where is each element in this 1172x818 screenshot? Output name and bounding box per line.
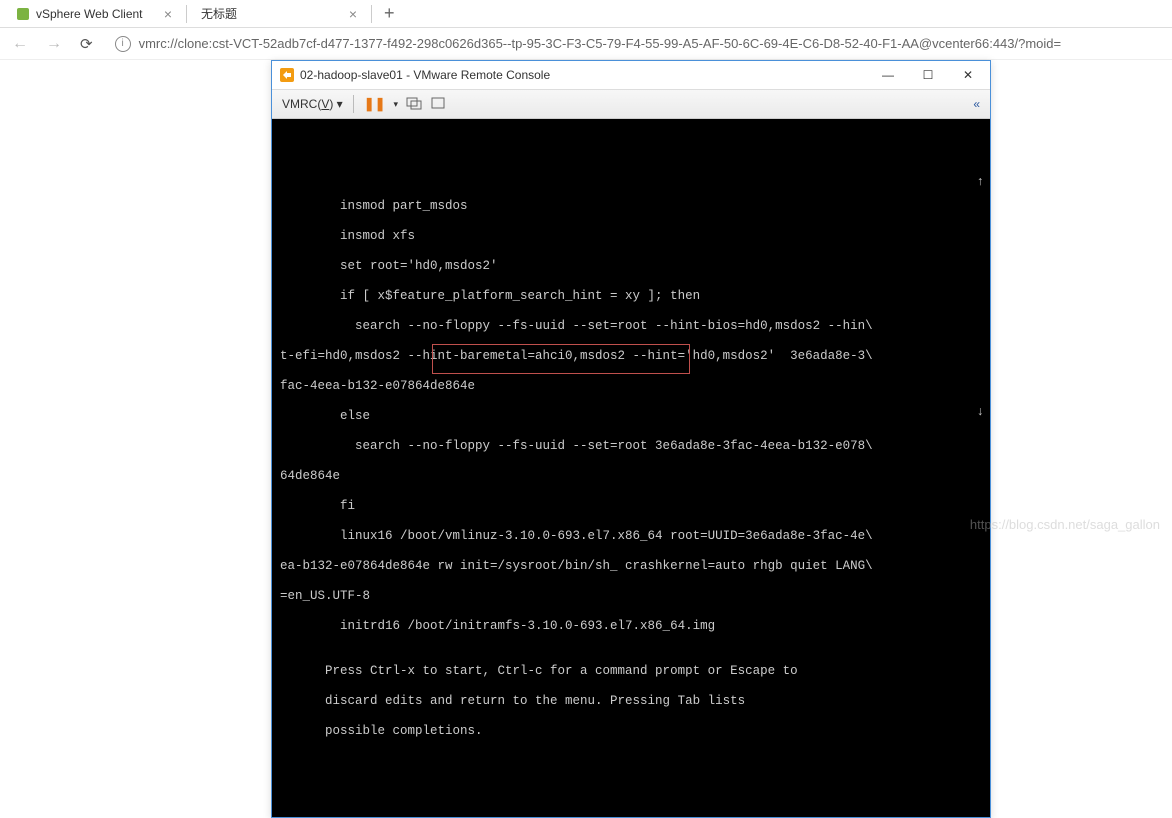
forward-button[interactable]: → [42, 35, 66, 53]
browser-nav-bar: ← → ⟳ i vmrc://clone:cst-VCT-52adb7cf-d4… [0, 28, 1172, 60]
scroll-up-indicator: ↑ [976, 175, 984, 190]
console-line: search --no-floppy --fs-uuid --set=root … [280, 319, 982, 334]
console-line: if [ x$feature_platform_search_hint = xy… [280, 289, 982, 304]
console-line: ea-b132-e07864de864e rw init=/sysroot/bi… [280, 559, 982, 574]
scroll-down-indicator: ↓ [976, 405, 984, 420]
console-line: t-efi=hd0,msdos2 --hint-baremetal=ahci0,… [280, 349, 982, 364]
pause-button[interactable]: ❚❚ [364, 96, 386, 112]
console-line: 64de864e [280, 469, 982, 484]
collapse-toolbar-icon[interactable]: « [973, 97, 980, 111]
tab-close-icon[interactable]: × [164, 6, 172, 22]
tab-title: 无标题 [201, 5, 237, 22]
url-bar[interactable]: i vmrc://clone:cst-VCT-52adb7cf-d477-137… [107, 32, 1164, 56]
console-line: Press Ctrl-x to start, Ctrl-c for a comm… [280, 664, 982, 679]
console-line: set root='hd0,msdos2' [280, 259, 982, 274]
url-text: vmrc://clone:cst-VCT-52adb7cf-d477-1377-… [139, 36, 1062, 51]
vsphere-favicon-icon [16, 7, 30, 21]
console-line: insmod xfs [280, 229, 982, 244]
console-line: possible completions. [280, 724, 982, 739]
console-line: insmod part_msdos [280, 199, 982, 214]
toolbar-separator [353, 95, 354, 113]
close-button[interactable]: ✕ [958, 68, 978, 82]
site-info-icon[interactable]: i [115, 36, 131, 52]
pause-dropdown-icon[interactable]: ▾ [394, 99, 399, 110]
vmrc-menu-button[interactable]: VMRC(V) ▾ [282, 97, 343, 111]
back-button[interactable]: ← [8, 35, 32, 53]
browser-tab-strip: vSphere Web Client × 无标题 × + [0, 0, 1172, 28]
console-line: fi [280, 499, 982, 514]
reload-button[interactable]: ⟳ [76, 35, 97, 53]
console-line: linux16 /boot/vmlinuz-3.10.0-693.el7.x86… [280, 529, 982, 544]
watermark-text: https://blog.csdn.net/saga_gallon [970, 517, 1160, 532]
console-line: fac-4eea-b132-e07864de864e [280, 379, 982, 394]
tab-divider [186, 5, 187, 23]
console-line: =en_US.UTF-8 [280, 589, 982, 604]
console-line: discard edits and return to the menu. Pr… [280, 694, 982, 709]
vm-console[interactable]: ↑ insmod part_msdos insmod xfs set root=… [272, 119, 990, 817]
vmrc-titlebar[interactable]: 02-hadoop-slave01 - VMware Remote Consol… [272, 61, 990, 89]
window-controls: — ☐ ✕ [878, 68, 982, 82]
vmrc-window-title: 02-hadoop-slave01 - VMware Remote Consol… [300, 68, 550, 82]
fullscreen-icon[interactable] [430, 96, 446, 113]
tab-close-icon[interactable]: × [349, 6, 357, 22]
browser-tab-vsphere[interactable]: vSphere Web Client × [4, 0, 184, 27]
new-tab-button[interactable]: + [374, 3, 405, 24]
tab-divider [371, 5, 372, 23]
console-line: search --no-floppy --fs-uuid --set=root … [280, 439, 982, 454]
send-cad-icon[interactable] [406, 96, 422, 113]
vmrc-toolbar: VMRC(V) ▾ ❚❚ ▾ « [272, 89, 990, 119]
console-line: else [280, 409, 982, 424]
console-line: initrd16 /boot/initramfs-3.10.0-693.el7.… [280, 619, 982, 634]
tab-title: vSphere Web Client [36, 7, 143, 21]
minimize-button[interactable]: — [878, 68, 898, 82]
vmrc-window: 02-hadoop-slave01 - VMware Remote Consol… [271, 60, 991, 818]
browser-tab-untitled[interactable]: 无标题 × [189, 0, 369, 27]
maximize-button[interactable]: ☐ [918, 68, 938, 82]
vmrc-app-icon [280, 68, 294, 82]
